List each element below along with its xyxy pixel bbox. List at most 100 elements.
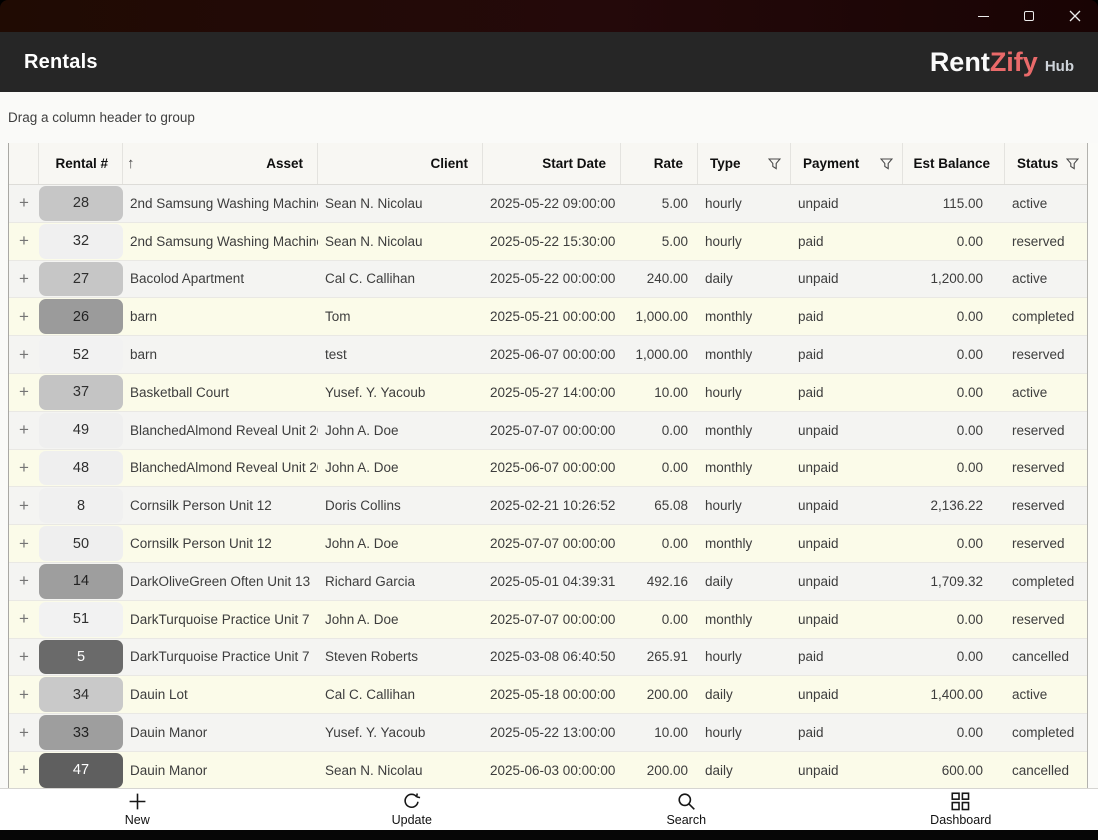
rate-cell: 5.00 bbox=[621, 223, 698, 260]
payment-cell: paid bbox=[791, 223, 903, 260]
column-header-payment[interactable]: Payment bbox=[791, 143, 903, 184]
client-cell: Richard Garcia bbox=[318, 563, 483, 600]
type-cell: monthly bbox=[698, 525, 791, 562]
table-row[interactable]: +47Dauin ManorSean N. Nicolau2025-06-03 … bbox=[9, 752, 1087, 788]
balance-cell: 0.00 bbox=[903, 374, 1005, 411]
row-expander[interactable]: + bbox=[9, 525, 39, 562]
table-row[interactable]: +26barnTom2025-05-21 00:00:001,000.00mon… bbox=[9, 298, 1087, 336]
toolbar-label: Update bbox=[392, 813, 432, 827]
group-by-panel[interactable]: Drag a column header to group bbox=[0, 92, 1098, 143]
dashboard-grid-icon bbox=[951, 792, 970, 811]
type-cell: hourly bbox=[698, 639, 791, 676]
group-by-hint: Drag a column header to group bbox=[8, 110, 195, 125]
column-header-balance[interactable]: Est Balance bbox=[903, 143, 1005, 184]
rental-number-shade: 50 bbox=[39, 526, 123, 561]
filter-icon[interactable] bbox=[768, 158, 781, 170]
client-cell: Steven Roberts bbox=[318, 639, 483, 676]
dashboard-button[interactable]: Dashboard bbox=[824, 789, 1098, 830]
row-expander[interactable]: + bbox=[9, 752, 39, 788]
rental-number-cell: 50 bbox=[39, 525, 123, 562]
table-row[interactable]: +34Dauin LotCal C. Callihan2025-05-18 00… bbox=[9, 676, 1087, 714]
payment-cell: unpaid bbox=[791, 487, 903, 524]
column-header-type[interactable]: Type bbox=[698, 143, 791, 184]
payment-cell: unpaid bbox=[791, 525, 903, 562]
rate-cell: 0.00 bbox=[621, 450, 698, 487]
row-expander[interactable]: + bbox=[9, 412, 39, 449]
client-cell: Doris Collins bbox=[318, 487, 483, 524]
update-button[interactable]: Update bbox=[275, 789, 550, 830]
rental-number-cell: 5 bbox=[39, 639, 123, 676]
asset-cell: Cornsilk Person Unit 12 bbox=[123, 525, 318, 562]
rental-number-cell: 32 bbox=[39, 223, 123, 260]
table-row[interactable]: +48BlanchedAlmond Reveal Unit 20John A. … bbox=[9, 450, 1087, 488]
table-row[interactable]: +52barntest2025-06-07 00:00:001,000.00mo… bbox=[9, 336, 1087, 374]
column-header-label: Type bbox=[710, 156, 741, 171]
balance-cell: 0.00 bbox=[903, 336, 1005, 373]
table-row[interactable]: +33Dauin ManorYusef. Y. Yacoub2025-05-22… bbox=[9, 714, 1087, 752]
status-cell: completed bbox=[1005, 563, 1089, 600]
row-expander[interactable]: + bbox=[9, 563, 39, 600]
table-row[interactable]: +322nd Samsung Washing MachineSean N. Ni… bbox=[9, 223, 1087, 261]
column-header-num[interactable]: Rental # bbox=[39, 143, 123, 184]
asset-cell: barn bbox=[123, 336, 318, 373]
status-cell: reserved bbox=[1005, 223, 1089, 260]
table-row[interactable]: +14DarkOliveGreen Often Unit 13Richard G… bbox=[9, 563, 1087, 601]
rental-number-shade: 51 bbox=[39, 602, 123, 637]
minimize-icon bbox=[978, 16, 989, 17]
row-expander[interactable]: + bbox=[9, 714, 39, 751]
type-cell: monthly bbox=[698, 601, 791, 638]
row-expander[interactable]: + bbox=[9, 261, 39, 298]
row-expander[interactable]: + bbox=[9, 639, 39, 676]
row-expander[interactable]: + bbox=[9, 450, 39, 487]
filter-icon[interactable] bbox=[880, 158, 893, 170]
row-expander[interactable]: + bbox=[9, 298, 39, 335]
payment-cell: paid bbox=[791, 374, 903, 411]
filter-icon[interactable] bbox=[1066, 158, 1079, 170]
new-button[interactable]: New bbox=[0, 789, 275, 830]
column-header-rate[interactable]: Rate bbox=[621, 143, 698, 184]
table-row[interactable]: +282nd Samsung Washing MachineSean N. Ni… bbox=[9, 185, 1087, 223]
table-row[interactable]: +37Basketball CourtYusef. Y. Yacoub2025-… bbox=[9, 374, 1087, 412]
window-bottom-edge bbox=[0, 830, 1098, 840]
table-row[interactable]: +49BlanchedAlmond Reveal Unit 20John A. … bbox=[9, 412, 1087, 450]
row-expander[interactable]: + bbox=[9, 374, 39, 411]
minimize-button[interactable] bbox=[960, 0, 1006, 32]
client-cell: Sean N. Nicolau bbox=[318, 752, 483, 788]
rental-number-shade: 47 bbox=[39, 753, 123, 788]
column-header-asset[interactable]: ↑Asset bbox=[123, 143, 318, 184]
payment-cell: unpaid bbox=[791, 412, 903, 449]
row-expander[interactable]: + bbox=[9, 223, 39, 260]
client-cell: Yusef. Y. Yacoub bbox=[318, 374, 483, 411]
row-expander[interactable]: + bbox=[9, 336, 39, 373]
asset-cell: 2nd Samsung Washing Machine bbox=[123, 223, 318, 260]
table-row[interactable]: +8Cornsilk Person Unit 12Doris Collins20… bbox=[9, 487, 1087, 525]
start-cell: 2025-06-07 00:00:00 bbox=[483, 336, 621, 373]
brand-logo: Rent Zify Hub bbox=[930, 47, 1074, 78]
table-row[interactable]: +5DarkTurquoise Practice Unit 7Steven Ro… bbox=[9, 639, 1087, 677]
row-expander[interactable]: + bbox=[9, 676, 39, 713]
row-expander[interactable]: + bbox=[9, 601, 39, 638]
start-cell: 2025-07-07 00:00:00 bbox=[483, 412, 621, 449]
vertical-scrollbar[interactable] bbox=[1088, 143, 1098, 788]
start-cell: 2025-05-22 00:00:00 bbox=[483, 261, 621, 298]
type-cell: hourly bbox=[698, 223, 791, 260]
search-button[interactable]: Search bbox=[549, 789, 824, 830]
balance-cell: 0.00 bbox=[903, 525, 1005, 562]
column-header-client[interactable]: Client bbox=[318, 143, 483, 184]
maximize-button[interactable] bbox=[1006, 0, 1052, 32]
column-header-status[interactable]: Status bbox=[1005, 143, 1089, 184]
row-expander[interactable]: + bbox=[9, 185, 39, 222]
table-row[interactable]: +50Cornsilk Person Unit 12John A. Doe202… bbox=[9, 525, 1087, 563]
table-row[interactable]: +51DarkTurquoise Practice Unit 7John A. … bbox=[9, 601, 1087, 639]
status-cell: active bbox=[1005, 374, 1089, 411]
status-cell: reserved bbox=[1005, 601, 1089, 638]
start-cell: 2025-05-22 09:00:00 bbox=[483, 185, 621, 222]
column-header-start[interactable]: Start Date bbox=[483, 143, 621, 184]
rental-number-shade: 26 bbox=[39, 299, 123, 334]
close-button[interactable] bbox=[1052, 0, 1098, 32]
row-expander[interactable]: + bbox=[9, 487, 39, 524]
table-row[interactable]: +27Bacolod ApartmentCal C. Callihan2025-… bbox=[9, 261, 1087, 299]
type-cell: monthly bbox=[698, 336, 791, 373]
rental-number-shade: 8 bbox=[39, 488, 123, 523]
toolbar-label: Search bbox=[666, 813, 706, 827]
